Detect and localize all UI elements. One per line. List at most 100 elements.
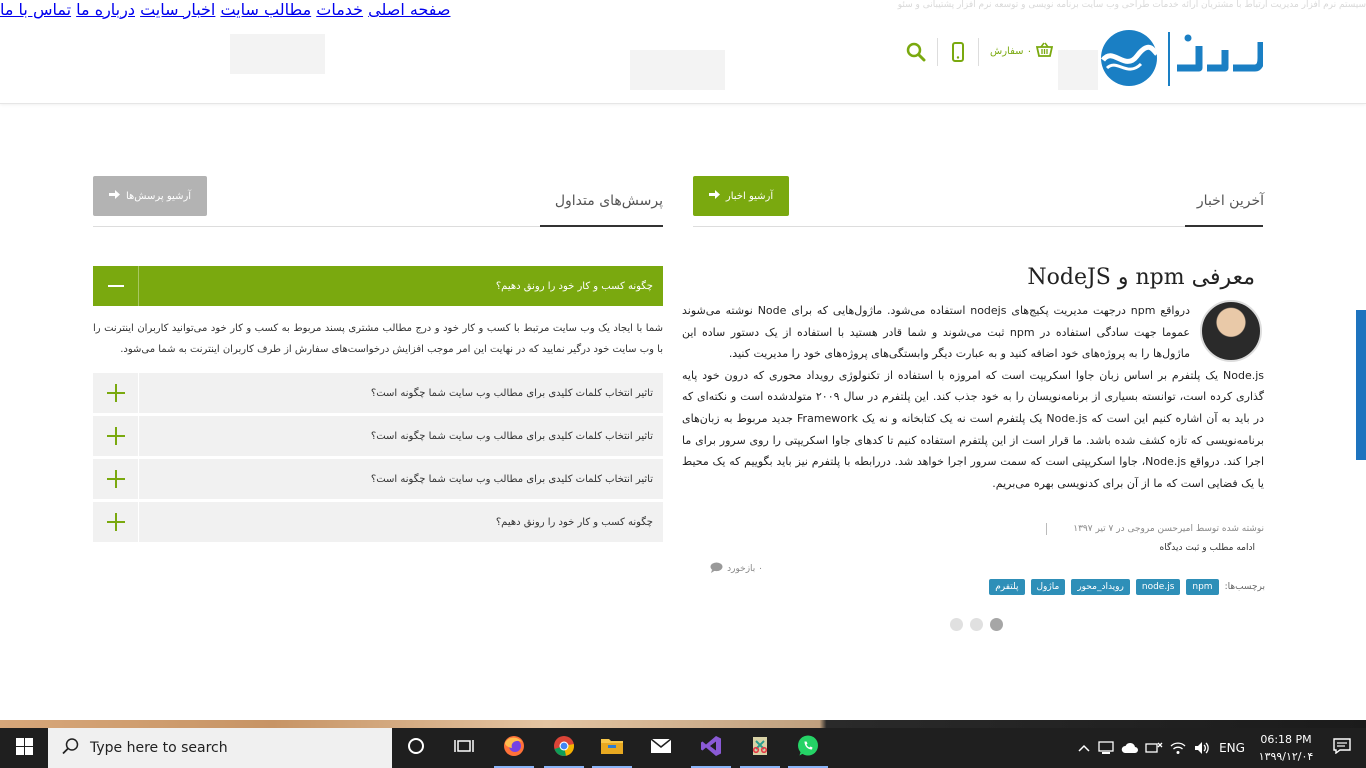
ghost-button xyxy=(230,34,325,74)
volume-icon[interactable] xyxy=(1190,741,1214,755)
tag-nodejs[interactable]: node.js xyxy=(1135,579,1181,595)
plus-icon xyxy=(106,513,125,531)
cloud-icon[interactable] xyxy=(1118,742,1142,754)
faq-answer: شما با ایجاد یک وب سایت مرتبط با کسب و ک… xyxy=(93,323,663,355)
taskbar-app-firefox[interactable] xyxy=(490,728,538,768)
system-clock[interactable]: 06:18 PM ۱۳۹۹/۱۲/۰۴ xyxy=(1256,731,1316,765)
footer-photo-strip xyxy=(0,720,1366,728)
news-archive-label: آرشیو اخبار xyxy=(725,190,774,202)
news-section-underline xyxy=(1185,225,1263,227)
faq-question-text: چگونه کسب و کار خود را رونق دهیم؟ xyxy=(495,516,653,528)
read-more-link[interactable]: ادامه مطلب و ثبت دیدگاه xyxy=(1100,543,1255,553)
start-button[interactable] xyxy=(0,728,48,768)
taskbar-app-snipping[interactable] xyxy=(736,728,784,768)
device-icon[interactable] xyxy=(1094,741,1118,755)
system-tray: ENG xyxy=(1074,728,1250,768)
language-indicator[interactable]: ENG xyxy=(1214,741,1250,755)
news-title[interactable]: معرفی npm و NodeJS xyxy=(1000,265,1255,290)
news-paragraph: درواقع npm درجهت مدیریت پکیج‌های nodejs … xyxy=(682,304,1190,361)
arrow-right-icon xyxy=(108,189,120,203)
tag-npm[interactable]: npm xyxy=(1186,579,1219,595)
taskbar-app-visual-studio[interactable] xyxy=(687,728,735,768)
clock-time: 06:18 PM xyxy=(1260,733,1312,746)
faq-question-text: تاثیر انتخاب کلمات کلیدی برای مطالب وب س… xyxy=(370,473,653,485)
cart-count: ۰ سفارش xyxy=(990,45,1033,57)
comment-icon xyxy=(710,562,723,576)
faq-item[interactable]: تاثیر انتخاب کلمات کلیدی برای مطالب وب س… xyxy=(93,416,663,456)
header-divider xyxy=(937,38,938,66)
news-carousel-dots xyxy=(950,618,1003,631)
faq-expand-toggle[interactable] xyxy=(93,459,139,499)
task-view-button[interactable] xyxy=(440,728,488,768)
faq-open-question[interactable]: چگونه کسب و کار خود را رونق دهیم؟ xyxy=(93,266,663,306)
notification-center-button[interactable] xyxy=(1318,728,1366,768)
notification-icon xyxy=(1333,738,1351,758)
folder-icon xyxy=(600,736,624,760)
search-icon[interactable] xyxy=(906,42,926,62)
faq-item[interactable]: چگونه کسب و کار خود را رونق دهیم؟ xyxy=(93,502,663,542)
taskbar-app-mail[interactable] xyxy=(637,728,685,768)
ghost-button xyxy=(1058,50,1098,90)
news-section-title: آخرین اخبار xyxy=(1196,193,1264,209)
taskbar-app-whatsapp[interactable] xyxy=(784,728,832,768)
comments-count: ۰ بازخورد xyxy=(727,564,763,574)
ghost-banner-text: سیستم نرم افزار مدیریت ارتباط با مشتریان… xyxy=(897,0,1366,10)
windows-taskbar: Type here to search ENG 06:18 PM ۱۳۹۹/۱۲… xyxy=(0,728,1366,768)
page-scrollbar-thumb[interactable] xyxy=(1356,310,1366,460)
shopping-basket-icon xyxy=(1035,42,1054,60)
site-logo[interactable] xyxy=(1095,28,1265,88)
faq-expand-toggle[interactable] xyxy=(93,416,139,456)
taskbar-search-box[interactable]: Type here to search xyxy=(48,728,392,768)
carousel-dot[interactable] xyxy=(950,618,963,631)
minus-icon xyxy=(107,285,124,287)
faq-section-underline xyxy=(540,225,663,227)
wifi-icon[interactable] xyxy=(1166,741,1190,755)
visual-studio-icon xyxy=(700,735,722,761)
faq-archive-button[interactable]: آرشیو پرسش‌ها xyxy=(93,176,207,216)
keyboard-ime-icon[interactable] xyxy=(1142,741,1166,755)
tags-label: برچسب‌ها: xyxy=(1224,582,1265,592)
comments-link[interactable]: ۰ بازخورد xyxy=(693,562,763,576)
carousel-dot-active[interactable] xyxy=(990,618,1003,631)
mobile-icon[interactable] xyxy=(951,42,965,62)
faq-item[interactable]: تاثیر انتخاب کلمات کلیدی برای مطالب وب س… xyxy=(93,459,663,499)
cortana-button[interactable] xyxy=(392,728,440,768)
faq-question-text: تاثیر انتخاب کلمات کلیدی برای مطالب وب س… xyxy=(370,387,653,399)
faq-item[interactable]: تاثیر انتخاب کلمات کلیدی برای مطالب وب س… xyxy=(93,373,663,413)
site-header: سیستم نرم افزار مدیریت ارتباط با مشتریان… xyxy=(0,0,1366,104)
plus-icon xyxy=(106,470,125,488)
news-archive-button[interactable]: آرشیو اخبار xyxy=(693,176,789,216)
scissors-icon xyxy=(749,735,771,761)
chrome-icon xyxy=(552,734,576,762)
news-body: درواقع npm درجهت مدیریت پکیج‌های nodejs … xyxy=(682,300,1264,494)
faq-collapse-toggle[interactable] xyxy=(93,266,139,306)
faq-expand-toggle[interactable] xyxy=(93,502,139,542)
taskbar-app-chrome[interactable] xyxy=(540,728,588,768)
search-icon xyxy=(62,737,80,759)
faq-section-title: پرسش‌های متداول xyxy=(554,193,663,209)
chevron-up-icon[interactable] xyxy=(1074,744,1094,752)
mail-icon xyxy=(650,738,672,758)
firefox-icon xyxy=(502,734,526,762)
carousel-dot[interactable] xyxy=(970,618,983,631)
tag-event-driven[interactable]: رویداد_محور xyxy=(1071,579,1130,595)
tag-platform[interactable]: پلتفرم xyxy=(989,579,1025,595)
faq-archive-label: آرشیو پرسش‌ها xyxy=(125,190,192,202)
tag-module[interactable]: ماژول xyxy=(1030,579,1066,595)
faq-expand-toggle[interactable] xyxy=(93,373,139,413)
news-section-line xyxy=(693,226,1263,227)
plus-icon xyxy=(106,427,125,445)
faq-question-text: چگونه کسب و کار خود را رونق دهیم؟ xyxy=(495,280,653,292)
whatsapp-icon xyxy=(796,734,820,762)
taskbar-app-file-explorer[interactable] xyxy=(588,728,636,768)
news-tags: برچسب‌ها: npm node.js رویداد_محور ماژول … xyxy=(960,577,1265,597)
news-author-line: نوشته شده توسط امیرحسن مروجی در ۷ تیر ۱۳… xyxy=(1073,524,1264,534)
ghost-button xyxy=(630,50,725,90)
plus-icon xyxy=(106,384,125,402)
cart-link[interactable]: ۰ سفارش xyxy=(990,42,1054,60)
meta-divider xyxy=(1046,523,1047,535)
taskbar-search-placeholder: Type here to search xyxy=(90,740,228,756)
clock-date: ۱۳۹۹/۱۲/۰۴ xyxy=(1258,750,1314,763)
cortana-circle-icon xyxy=(407,737,425,759)
task-view-icon xyxy=(454,738,474,758)
